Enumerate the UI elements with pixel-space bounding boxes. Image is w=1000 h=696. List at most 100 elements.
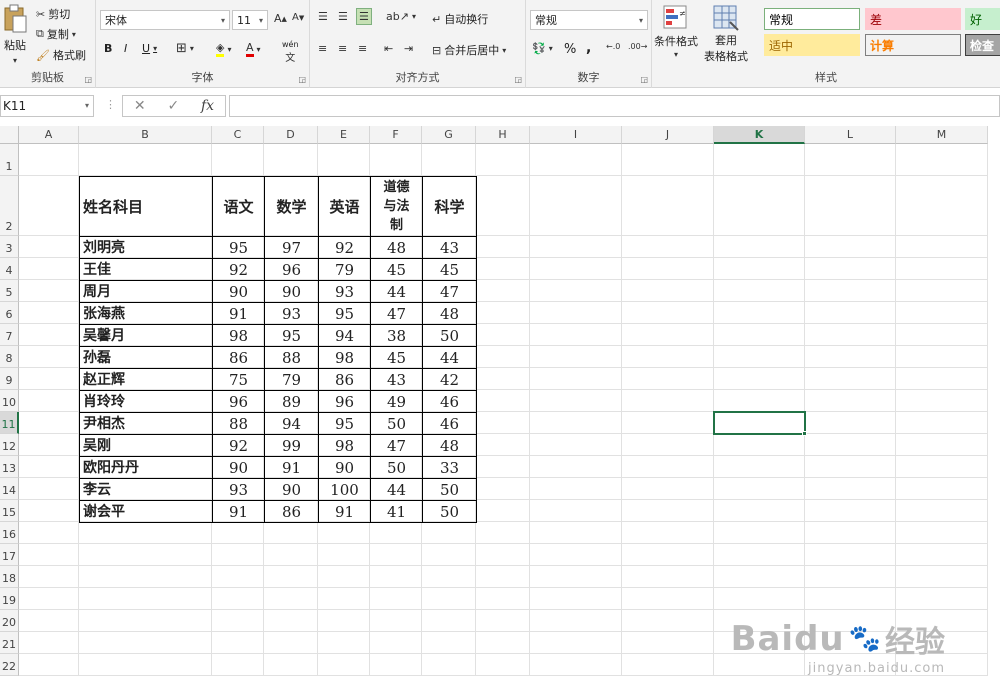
cell[interactable] [714, 456, 805, 478]
score-cell[interactable]: 96 [318, 390, 371, 413]
student-name-cell[interactable]: 吴刚 [79, 434, 213, 457]
cell[interactable] [805, 258, 896, 280]
cell[interactable] [530, 478, 622, 500]
cell[interactable] [896, 478, 988, 500]
row-header-17[interactable]: 17 [0, 544, 19, 566]
cell[interactable] [805, 176, 896, 236]
row-header-1[interactable]: 1 [0, 144, 19, 176]
merge-center-button[interactable]: ⊟ 合并后居中 ▾ [432, 42, 506, 58]
score-cell[interactable]: 79 [318, 258, 371, 281]
cell[interactable] [622, 368, 714, 390]
cell[interactable] [318, 610, 370, 632]
column-header-i[interactable]: I [530, 126, 622, 144]
score-cell[interactable]: 41 [370, 500, 423, 523]
cell[interactable] [622, 500, 714, 522]
score-cell[interactable]: 91 [318, 500, 371, 523]
cell[interactable] [422, 522, 476, 544]
cell[interactable] [370, 566, 422, 588]
cell[interactable] [318, 632, 370, 654]
style-check[interactable]: 检查 [965, 34, 1000, 56]
cell[interactable] [896, 176, 988, 236]
style-neutral[interactable]: 适中 [764, 34, 860, 56]
cell[interactable] [530, 368, 622, 390]
cell[interactable] [19, 456, 79, 478]
cell[interactable] [896, 236, 988, 258]
cell[interactable] [422, 632, 476, 654]
column-header-l[interactable]: L [805, 126, 896, 144]
cell[interactable] [264, 144, 318, 176]
cell[interactable] [19, 566, 79, 588]
score-cell[interactable]: 100 [318, 478, 371, 501]
cell[interactable] [896, 500, 988, 522]
cell[interactable] [805, 588, 896, 610]
cell[interactable] [79, 610, 212, 632]
select-all-corner[interactable] [0, 126, 19, 144]
row-header-18[interactable]: 18 [0, 566, 19, 588]
cell[interactable] [79, 522, 212, 544]
row-header-5[interactable]: 5 [0, 280, 19, 302]
cell[interactable] [264, 654, 318, 676]
format-as-table-button[interactable]: 套用 表格格式 [704, 4, 748, 64]
row-header-19[interactable]: 19 [0, 588, 19, 610]
cell[interactable] [622, 522, 714, 544]
table-header-cell[interactable]: 数学 [264, 176, 319, 237]
cell[interactable] [19, 302, 79, 324]
cell[interactable] [318, 522, 370, 544]
cell[interactable] [264, 632, 318, 654]
cell[interactable] [476, 632, 530, 654]
cell[interactable] [422, 544, 476, 566]
score-cell[interactable]: 95 [318, 412, 371, 435]
cell[interactable] [476, 302, 530, 324]
score-cell[interactable]: 93 [318, 280, 371, 303]
score-cell[interactable]: 48 [422, 302, 477, 325]
cell[interactable] [19, 654, 79, 676]
cell[interactable] [714, 544, 805, 566]
cell[interactable] [805, 390, 896, 412]
cell[interactable] [622, 412, 714, 434]
cell[interactable] [476, 236, 530, 258]
cell[interactable] [896, 588, 988, 610]
cell[interactable] [318, 144, 370, 176]
row-header-16[interactable]: 16 [0, 522, 19, 544]
cell[interactable] [714, 478, 805, 500]
cell[interactable] [19, 632, 79, 654]
cell[interactable] [530, 544, 622, 566]
align-bottom-button[interactable]: ☰ [356, 8, 372, 25]
align-right-button[interactable]: ≡ [358, 42, 367, 55]
cell[interactable] [318, 544, 370, 566]
shrink-font-button[interactable]: A ▼ [292, 12, 304, 23]
score-cell[interactable]: 88 [212, 412, 265, 435]
style-bad[interactable]: 差 [865, 8, 961, 30]
cell[interactable] [805, 434, 896, 456]
cell[interactable] [19, 280, 79, 302]
cell[interactable] [896, 258, 988, 280]
score-cell[interactable]: 91 [212, 302, 265, 325]
align-center-button[interactable]: ≡ [338, 42, 347, 55]
row-header-3[interactable]: 3 [0, 236, 19, 258]
row-header-21[interactable]: 21 [0, 632, 19, 654]
cell[interactable] [318, 566, 370, 588]
score-cell[interactable]: 33 [422, 456, 477, 479]
score-cell[interactable]: 90 [318, 456, 371, 479]
cell[interactable] [622, 566, 714, 588]
score-cell[interactable]: 47 [370, 434, 423, 457]
score-cell[interactable]: 42 [422, 368, 477, 391]
cell[interactable] [805, 236, 896, 258]
cell[interactable] [212, 522, 264, 544]
cell[interactable] [264, 544, 318, 566]
paste-button[interactable]: 粘贴 ▾ [2, 4, 28, 65]
row-header-15[interactable]: 15 [0, 500, 19, 522]
cell[interactable] [530, 176, 622, 236]
score-cell[interactable]: 96 [212, 390, 265, 413]
cell[interactable] [476, 610, 530, 632]
fill-handle[interactable] [802, 431, 807, 436]
cell[interactable] [896, 324, 988, 346]
cell[interactable] [530, 302, 622, 324]
cell[interactable] [530, 412, 622, 434]
cell[interactable] [714, 390, 805, 412]
phonetic-button[interactable]: wén 文 [282, 40, 299, 64]
score-cell[interactable]: 48 [422, 434, 477, 457]
row-header-11[interactable]: 11 [0, 412, 19, 434]
cell[interactable] [19, 368, 79, 390]
cell[interactable] [370, 522, 422, 544]
